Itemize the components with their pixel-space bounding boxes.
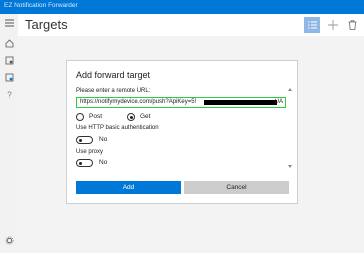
url-input[interactable]: https://notifymydevice.com/push?ApiKey=5…	[76, 97, 286, 108]
window-title: EZ Notification Forwarder	[4, 2, 78, 9]
nav-rail: ?	[0, 14, 18, 253]
proxy-toggle[interactable]	[76, 159, 93, 167]
targets-icon[interactable]	[4, 72, 14, 82]
title-bar: EZ Notification Forwarder	[0, 0, 364, 14]
gear-icon[interactable]	[4, 235, 14, 245]
dialog-title: Add forward target	[76, 70, 151, 80]
page-title: Targets	[25, 17, 68, 32]
post-radio[interactable]	[76, 113, 84, 121]
filter-icon[interactable]	[4, 55, 14, 65]
home-icon[interactable]	[4, 38, 14, 48]
get-radio-label: Get	[140, 113, 151, 120]
svg-text:?: ?	[7, 90, 12, 99]
proxy-state: No	[99, 159, 108, 166]
cancel-button[interactable]: Cancel	[184, 181, 289, 194]
redaction-bar	[204, 100, 277, 105]
scroll-up-icon[interactable]	[288, 88, 292, 91]
get-radio[interactable]	[127, 113, 135, 121]
http-auth-toggle[interactable]	[76, 136, 93, 144]
url-value: https://notifymydevice.com/push?ApiKey=5…	[80, 99, 197, 105]
proxy-label: Use proxy	[76, 149, 104, 155]
hamburger-icon[interactable]	[4, 18, 14, 28]
http-auth-state: No	[99, 136, 108, 143]
add-icon[interactable]	[325, 17, 341, 33]
delete-icon[interactable]	[344, 17, 360, 33]
add-button[interactable]: Add	[76, 181, 181, 194]
dialog-scrollbar[interactable]	[288, 88, 292, 168]
http-auth-label: Use HTTP basic authentication	[76, 125, 159, 131]
scroll-down-icon[interactable]	[288, 165, 292, 168]
url-value-tail: UA	[274, 99, 283, 105]
url-label: Please enter a remote URL:	[76, 88, 151, 94]
list-icon[interactable]	[304, 17, 320, 33]
add-target-dialog: Add forward target Please enter a remote…	[66, 60, 298, 204]
help-icon[interactable]: ?	[4, 89, 14, 99]
post-radio-label: Post	[89, 113, 103, 120]
